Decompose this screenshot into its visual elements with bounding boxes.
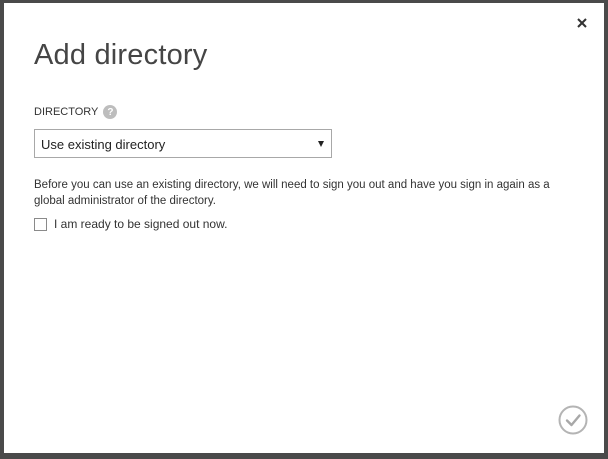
- add-directory-dialog: Add directory DIRECTORY ? Use existing d…: [0, 0, 608, 459]
- close-button[interactable]: [574, 15, 590, 31]
- directory-field-label: DIRECTORY ?: [34, 105, 118, 119]
- dropdown-arrow-icon: [318, 141, 324, 147]
- sign-out-info-text: Before you can use an existing directory…: [34, 179, 550, 207]
- ready-checkbox[interactable]: [34, 217, 47, 231]
- help-icon[interactable]: ?: [103, 105, 118, 119]
- checkmark-circle-icon: [558, 405, 588, 435]
- close-icon: [577, 18, 587, 28]
- directory-select[interactable]: Use existing directory: [34, 129, 332, 158]
- confirm-button[interactable]: [558, 405, 588, 435]
- ready-checkbox-row[interactable]: I am ready to be signed out now.: [34, 217, 227, 231]
- ready-checkbox-label[interactable]: I am ready to be signed out now.: [54, 217, 227, 231]
- dialog-title: Add directory: [34, 39, 208, 71]
- directory-label-text: DIRECTORY: [34, 106, 99, 118]
- directory-select-value: Use existing directory: [41, 137, 166, 152]
